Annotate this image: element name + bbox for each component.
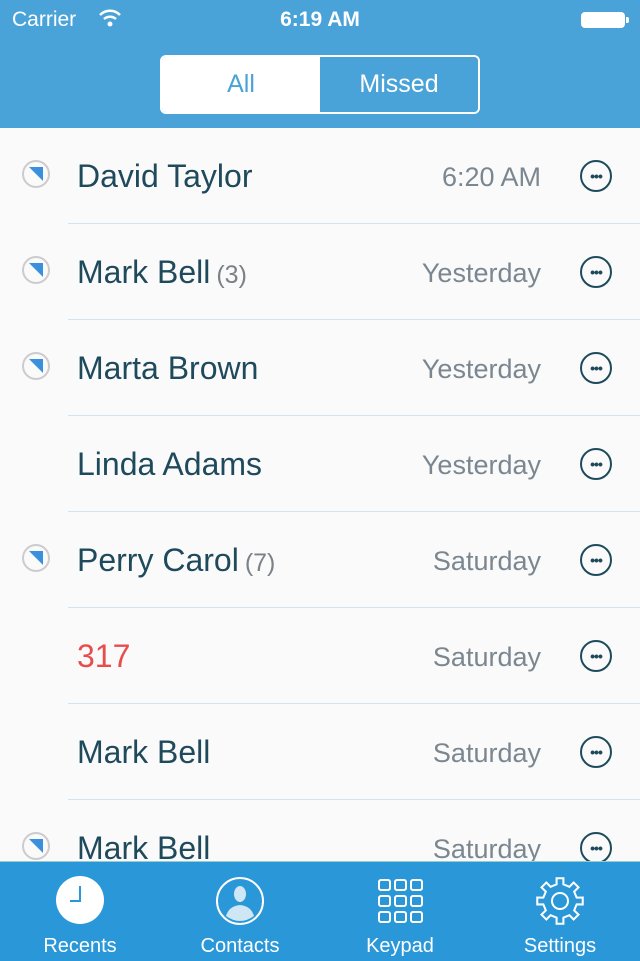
unread-indicator-icon (22, 352, 50, 380)
caller-name-text: Marta Brown (77, 350, 259, 386)
call-time: Saturday (432, 738, 541, 768)
caller-name-text: Mark Bell (77, 734, 211, 770)
more-info-button[interactable]: ••• (580, 832, 612, 861)
call-row[interactable]: Marta Brown Yesterday ••• (0, 320, 640, 416)
caller-name: 317 (77, 638, 130, 675)
tab-label: Contacts (200, 935, 280, 957)
tab-settings[interactable]: Settings (480, 862, 640, 961)
more-info-button[interactable]: ••• (580, 160, 612, 192)
more-info-button[interactable]: ••• (580, 544, 612, 576)
tab-keypad[interactable]: Keypad (320, 862, 480, 961)
call-time: Yesterday (421, 450, 541, 480)
clock-icon (56, 876, 104, 924)
caller-name: Mark Bell (77, 734, 210, 771)
more-info-button[interactable]: ••• (580, 640, 612, 672)
header: Carrier 6:19 AM All Missed (0, 0, 640, 128)
caller-name: Mark Bell (3) (77, 254, 247, 291)
caller-name: Mark Bell (77, 830, 210, 861)
call-count: (7) (244, 549, 276, 577)
unread-indicator-icon (22, 160, 50, 188)
call-row[interactable]: David Taylor 6:20 AM ••• (0, 128, 640, 224)
segment-all[interactable]: All (162, 57, 320, 112)
tab-label: Settings (523, 935, 597, 957)
call-time: 6:20 AM (441, 162, 541, 192)
unread-indicator-icon (22, 832, 50, 860)
call-time: Saturday (432, 834, 541, 861)
caller-name-text: Perry Carol (77, 542, 239, 578)
more-info-button[interactable]: ••• (580, 352, 612, 384)
more-info-button[interactable]: ••• (580, 256, 612, 288)
filter-segmented-control[interactable]: All Missed (160, 55, 480, 114)
caller-name: Linda Adams (77, 446, 262, 483)
call-row[interactable]: Linda Adams Yesterday ••• (0, 416, 640, 512)
call-row[interactable]: Mark Bell (3) Yesterday ••• (0, 224, 640, 320)
caller-name: Perry Carol (7) (77, 542, 275, 579)
call-time: Saturday (432, 642, 541, 672)
caller-name: Marta Brown (77, 350, 258, 387)
battery-icon (581, 12, 629, 28)
call-count: (3) (216, 261, 247, 289)
call-row[interactable]: Perry Carol (7) Saturday ••• (0, 512, 640, 608)
call-row[interactable]: Mark Bell Saturday ••• (0, 800, 640, 861)
status-time: 6:19 AM (280, 8, 360, 31)
caller-name-text: Mark Bell (77, 254, 211, 290)
tab-recents[interactable]: Recents (0, 862, 160, 961)
caller-name-text: Linda Adams (77, 446, 263, 482)
tab-contacts[interactable]: Contacts (160, 862, 320, 961)
caller-name-text: 317 (77, 638, 131, 674)
contact-icon (216, 877, 264, 925)
call-time: Yesterday (421, 354, 541, 384)
caller-name-text: David Taylor (77, 158, 253, 194)
more-info-button[interactable]: ••• (580, 736, 612, 768)
unread-indicator-icon (22, 256, 50, 284)
caller-name-text: Mark Bell (77, 830, 211, 861)
unread-indicator-icon (22, 544, 50, 572)
status-bar: Carrier 6:19 AM (0, 0, 640, 40)
call-row[interactable]: Mark Bell Saturday ••• (0, 704, 640, 800)
tab-label: Recents (43, 935, 117, 957)
tab-label: Keypad (366, 935, 434, 957)
call-time: Saturday (432, 546, 541, 576)
keypad-icon (378, 879, 423, 923)
segment-missed[interactable]: Missed (320, 57, 478, 112)
recents-list[interactable]: David Taylor 6:20 AM ••• Mark Bell (3) Yester… (0, 128, 640, 861)
call-time: Yesterday (421, 258, 541, 288)
more-info-button[interactable]: ••• (580, 448, 612, 480)
caller-name: David Taylor (77, 158, 252, 195)
tab-bar: Recents Contacts Keypad Settings (0, 861, 640, 961)
call-row[interactable]: 317 Saturday ••• (0, 608, 640, 704)
gear-icon (536, 877, 584, 925)
